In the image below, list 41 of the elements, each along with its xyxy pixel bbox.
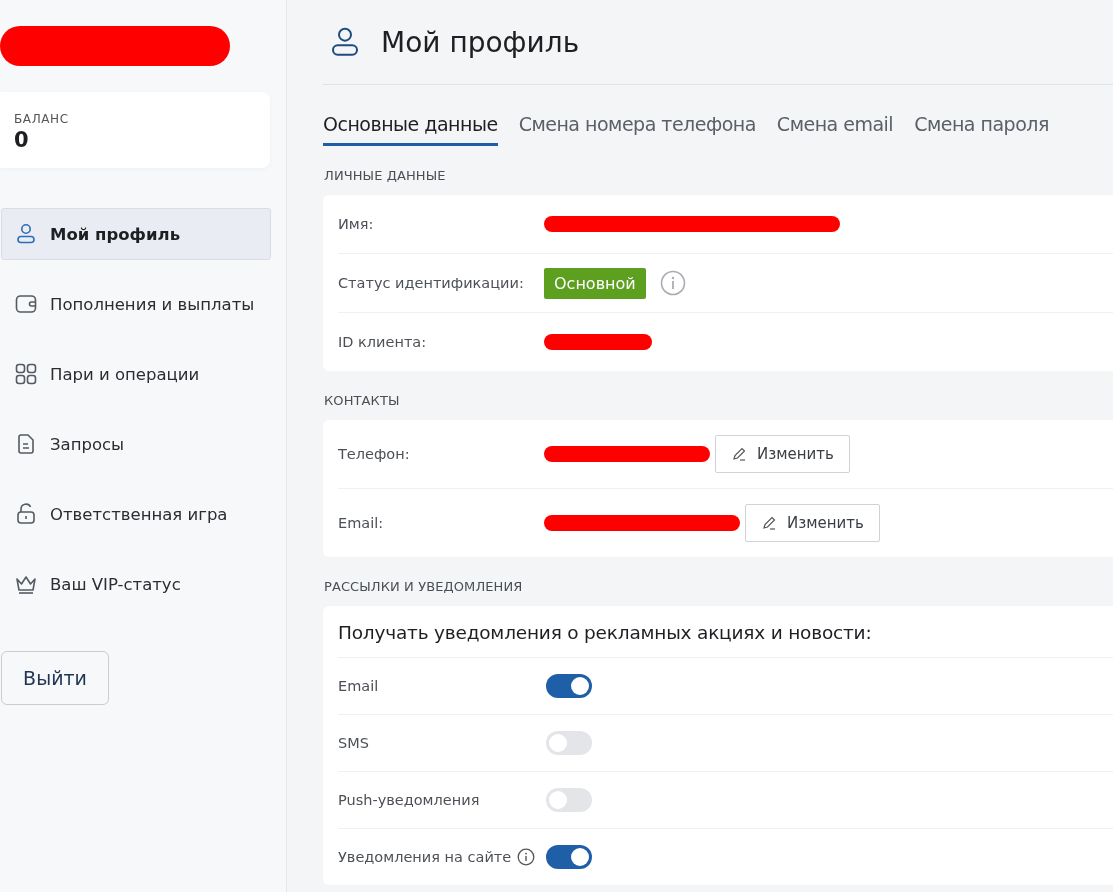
toggle-label: SMS [338, 735, 369, 751]
field-label: Email: [338, 515, 385, 531]
padlock-icon [14, 502, 38, 526]
logout-button[interactable]: Выйти [1, 651, 109, 705]
page-title: Мой профиль [381, 25, 580, 59]
pencil-icon [761, 515, 777, 531]
section-heading: КОНТАКТЫ [324, 393, 401, 408]
field-label: Телефон: [338, 446, 411, 462]
tab[interactable]: Основные данные [323, 113, 498, 146]
tab[interactable]: Смена номера телефона [518, 113, 756, 146]
toggle-label: Push-уведомления [338, 792, 480, 808]
grid-icon [14, 362, 38, 386]
balance-value: 0 [14, 128, 30, 152]
toggle-switch[interactable] [546, 674, 592, 698]
toggle-label: Уведомления на сайте [338, 849, 512, 865]
field-label: Имя: [338, 216, 375, 232]
tab[interactable]: Смена email [776, 113, 894, 146]
sidebar-item[interactable]: Пополнения и выплаты [1, 278, 271, 330]
sidebar-item[interactable]: Мой профиль [1, 208, 271, 260]
user-icon [14, 222, 38, 246]
section-heading: ЛИЧНЫЕ ДАННЫЕ [324, 168, 447, 183]
status-badge: Основной [544, 267, 646, 299]
notifications-title: Получать уведомления о рекламных акциях и новости: [338, 606, 1113, 658]
section-heading: РАССЫЛКИ И УВЕДОМЛЕНИЯ [324, 579, 524, 594]
balance-label: БАЛАНС [14, 112, 70, 126]
toggle-label: Email [338, 678, 379, 694]
sidebar-item[interactable]: Ответственная игра [1, 488, 271, 540]
info-icon[interactable] [517, 848, 536, 866]
sidebar-item[interactable]: Ваш VIP-статус [1, 558, 271, 610]
edit-button[interactable]: Изменить [715, 435, 850, 473]
toggle-switch[interactable] [546, 731, 592, 755]
field-label: Статус идентификации: [338, 275, 525, 291]
pencil-icon [731, 446, 747, 462]
sidebar-item[interactable]: Запросы [1, 418, 271, 470]
field-label: ID клиента: [338, 334, 428, 350]
edit-button[interactable]: Изменить [745, 504, 880, 542]
sidebar-item[interactable]: Пари и операции [1, 348, 271, 400]
tab[interactable]: Смена пароля [914, 113, 1049, 146]
wallet-icon [14, 292, 38, 316]
toggle-switch[interactable] [546, 845, 592, 869]
toggle-switch[interactable] [546, 788, 592, 812]
